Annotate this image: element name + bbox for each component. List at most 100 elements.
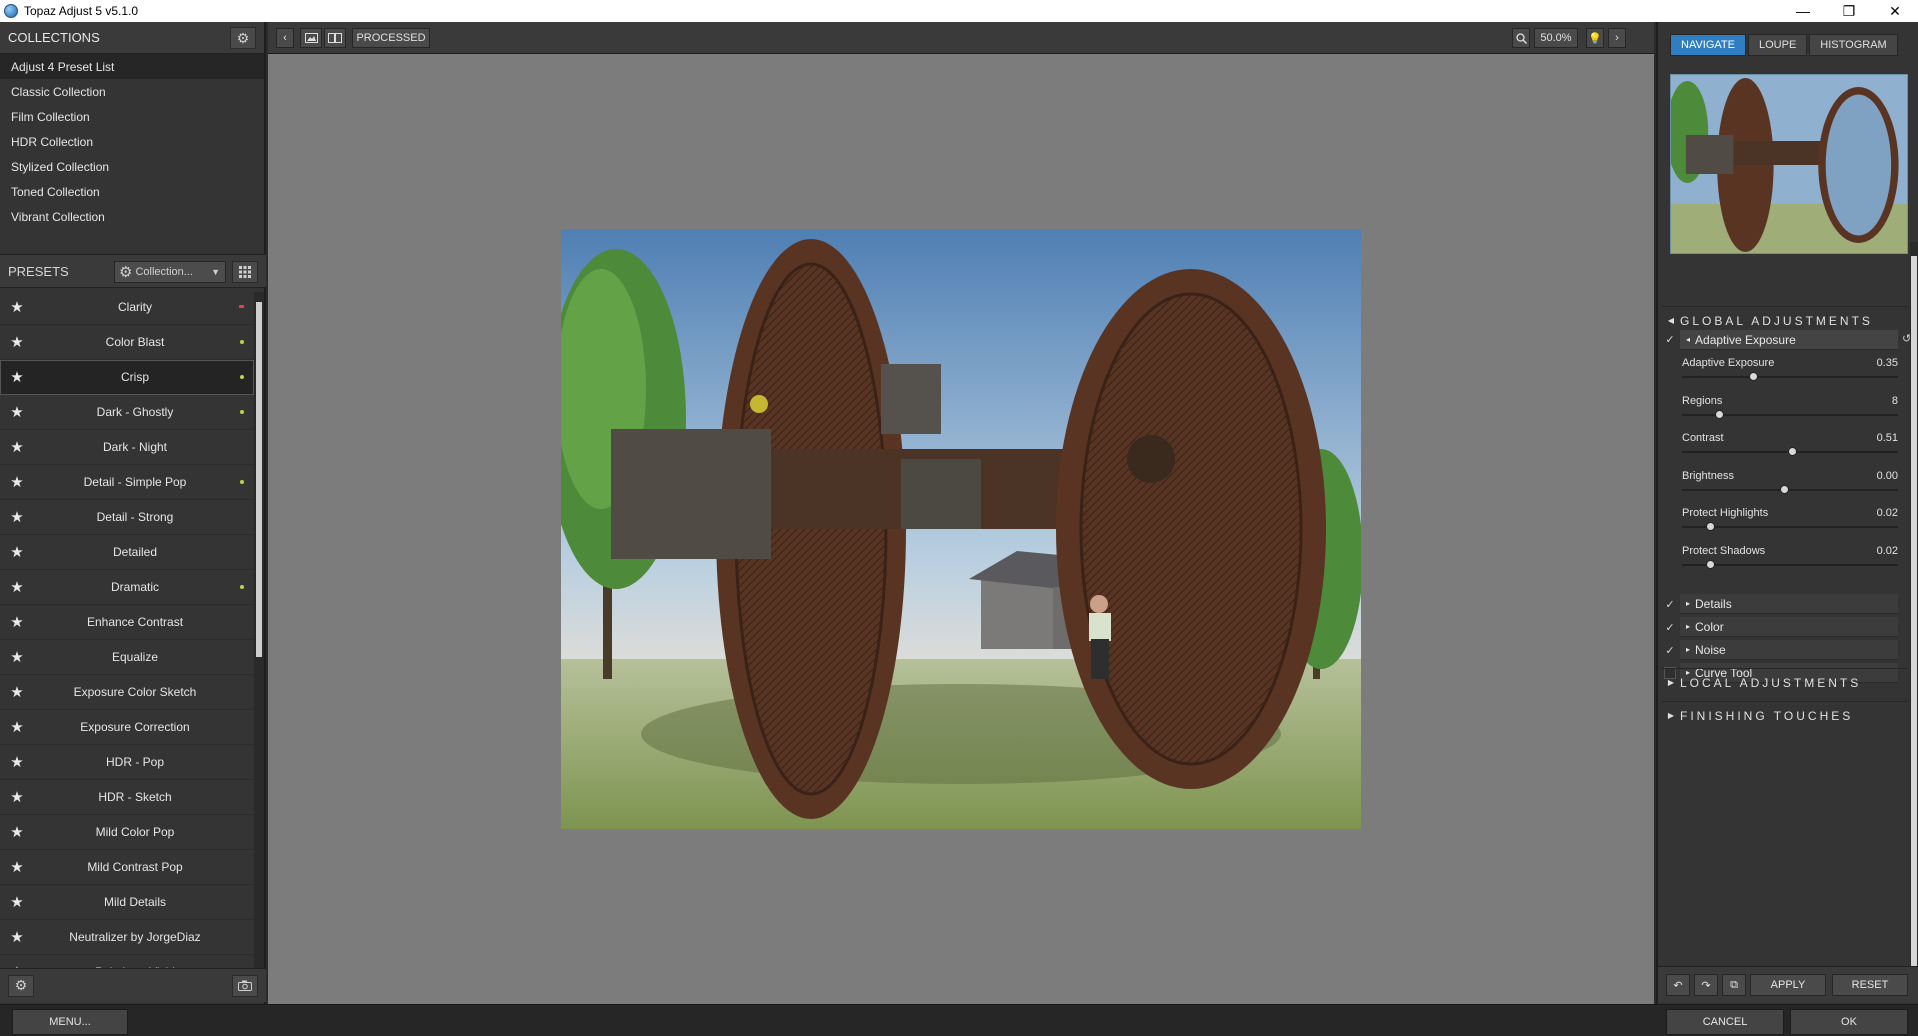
star-icon[interactable]: ★ (0, 403, 34, 421)
slider-value[interactable]: 0.02 (1877, 545, 1898, 557)
star-icon[interactable]: ★ (0, 718, 34, 736)
preset-item[interactable]: ★ Mild Contrast Pop (0, 850, 254, 885)
background-light-button[interactable]: 💡 (1586, 28, 1604, 48)
collapse-right-button[interactable]: › (1608, 28, 1626, 48)
local-adjustments-header[interactable]: ▶ LOCAL ADJUSTMENTS (1662, 668, 1908, 696)
snapshot-button[interactable] (232, 974, 258, 997)
slider-handle[interactable] (1706, 522, 1716, 531)
subsection-checkbox[interactable]: ✓ (1664, 644, 1676, 657)
adjustments-scrollbar[interactable] (1910, 242, 1918, 982)
subsection-checkbox[interactable]: ✓ (1664, 621, 1676, 634)
presets-scrollbar[interactable] (254, 292, 264, 990)
reset-button[interactable]: RESET (1832, 974, 1908, 996)
preset-item[interactable]: ★ Mild Details (0, 885, 254, 920)
zoom-level[interactable]: 50.0% (1534, 28, 1578, 48)
preset-item[interactable]: ★ Mild Color Pop (0, 815, 254, 850)
cancel-button[interactable]: CANCEL (1666, 1009, 1784, 1035)
star-icon[interactable]: ★ (0, 683, 34, 701)
collection-item[interactable]: Adjust 4 Preset List (0, 54, 264, 79)
minimize-button[interactable]: — (1780, 0, 1826, 22)
preset-item[interactable]: ★ Exposure Color Sketch (0, 675, 254, 710)
star-icon[interactable]: ★ (0, 543, 34, 561)
slider-handle[interactable] (1779, 484, 1789, 494)
preset-item[interactable]: ★ Dark - Night (0, 430, 254, 465)
subsection-checkbox[interactable]: ✓ (1664, 598, 1676, 611)
star-icon[interactable]: ★ (0, 823, 34, 841)
slider-handle[interactable] (1788, 447, 1798, 456)
slider-value[interactable]: 0.35 (1877, 357, 1898, 369)
collection-item[interactable]: Vibrant Collection (0, 204, 264, 229)
star-icon[interactable]: ★ (0, 438, 34, 456)
slider-value[interactable]: 0.00 (1877, 470, 1898, 482)
preset-item[interactable]: ★ HDR - Pop (0, 745, 254, 780)
preset-item[interactable]: ★ Color Blast (0, 325, 254, 360)
star-icon[interactable]: ★ (0, 788, 34, 806)
preview-canvas[interactable] (268, 54, 1654, 1004)
star-icon[interactable]: ★ (0, 298, 34, 316)
star-icon[interactable]: ★ (0, 858, 34, 876)
grid-view-button[interactable] (232, 261, 258, 283)
star-icon[interactable]: ★ (0, 753, 34, 771)
adaptive-exposure-checkbox[interactable]: ✓ (1664, 333, 1676, 346)
preset-item[interactable]: ★ Detail - Strong (0, 500, 254, 535)
navigator-thumbnail[interactable] (1670, 74, 1908, 254)
star-icon[interactable]: ★ (0, 578, 34, 596)
preset-item[interactable]: ★ Neutralizer by JorgeDiaz (0, 920, 254, 955)
single-view-button[interactable] (300, 28, 322, 48)
subsection-header[interactable]: ▸ Details (1680, 594, 1898, 614)
star-icon[interactable]: ★ (0, 333, 34, 351)
preset-item[interactable]: ★ Crisp (0, 360, 254, 395)
subsection-header[interactable]: ▸ Color (1680, 617, 1898, 637)
star-icon[interactable]: ★ (0, 368, 34, 386)
apply-button[interactable]: APPLY (1750, 974, 1826, 996)
slider-track[interactable] (1682, 376, 1898, 378)
star-icon[interactable]: ★ (0, 928, 34, 946)
slider-value[interactable]: 8 (1892, 395, 1898, 407)
collection-item[interactable]: Toned Collection (0, 179, 264, 204)
collection-item[interactable]: HDR Collection (0, 129, 264, 154)
star-icon[interactable]: ★ (0, 648, 34, 666)
preset-item[interactable]: ★ Exposure Correction (0, 710, 254, 745)
star-icon[interactable]: ★ (0, 508, 34, 526)
collection-dropdown[interactable]: ⚙ Collection... ▼ (114, 261, 226, 283)
collection-item[interactable]: Film Collection (0, 104, 264, 129)
preset-item[interactable]: ★ Detailed (0, 535, 254, 570)
preset-item[interactable]: ★ Enhance Contrast (0, 605, 254, 640)
maximize-button[interactable]: ❐ (1826, 0, 1872, 22)
preset-item[interactable]: ★ Equalize (0, 640, 254, 675)
slider-value[interactable]: 0.02 (1877, 507, 1898, 519)
preset-item[interactable]: ★ Clarity (0, 290, 254, 325)
tab-navigate[interactable]: NAVIGATE (1670, 34, 1746, 56)
preset-item[interactable]: ★ Detail - Simple Pop (0, 465, 254, 500)
preset-item[interactable]: ★ Dramatic (0, 570, 254, 605)
ok-button[interactable]: OK (1790, 1009, 1908, 1035)
preset-settings-button[interactable]: ⚙ (8, 974, 34, 997)
processed-toggle[interactable]: PROCESSED (352, 28, 430, 48)
menu-button[interactable]: MENU... (12, 1009, 128, 1035)
slider-track[interactable] (1682, 488, 1898, 491)
finishing-touches-header[interactable]: ▶ FINISHING TOUCHES (1662, 701, 1908, 729)
redo-button[interactable]: ↷ (1694, 974, 1718, 996)
tab-loupe[interactable]: LOUPE (1748, 34, 1808, 56)
preset-item[interactable]: ★ HDR - Sketch (0, 780, 254, 815)
star-icon[interactable]: ★ (0, 893, 34, 911)
split-view-button[interactable] (324, 28, 346, 48)
slider-handle[interactable] (1706, 559, 1716, 569)
zoom-button[interactable] (1512, 28, 1530, 48)
preview-image[interactable] (561, 229, 1361, 829)
collection-item[interactable]: Classic Collection (0, 79, 264, 104)
subsection-header[interactable]: ▸ Noise (1680, 640, 1898, 660)
tab-histogram[interactable]: HISTOGRAM (1809, 34, 1898, 56)
slider-handle[interactable] (1749, 372, 1759, 381)
star-icon[interactable]: ★ (0, 473, 34, 491)
history-button[interactable]: ⧉ (1722, 974, 1746, 996)
adaptive-exposure-header[interactable]: ◂ Adaptive Exposure (1680, 330, 1898, 350)
slider-handle[interactable] (1714, 409, 1724, 419)
collections-settings-button[interactable]: ⚙ (230, 27, 256, 49)
undo-button[interactable]: ↶ (1666, 974, 1690, 996)
star-icon[interactable]: ★ (0, 613, 34, 631)
collapse-left-button[interactable]: ‹ (276, 28, 294, 48)
slider-value[interactable]: 0.51 (1877, 432, 1898, 444)
preset-item[interactable]: ★ Dark - Ghostly (0, 395, 254, 430)
close-button[interactable]: ✕ (1872, 0, 1918, 22)
